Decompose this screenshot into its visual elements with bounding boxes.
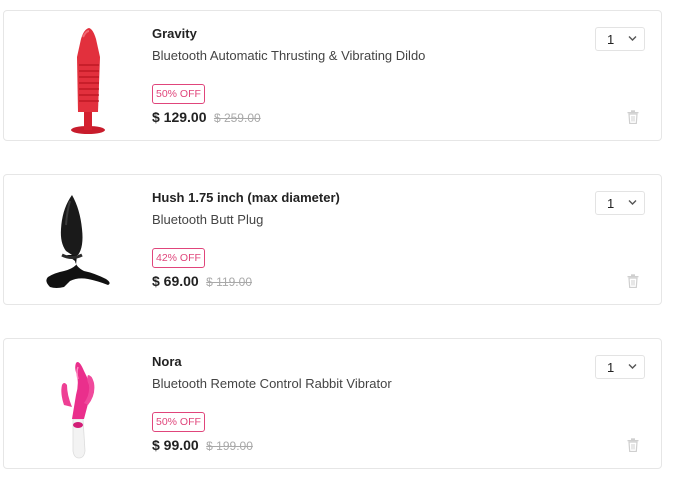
product-image-nora[interactable] <box>34 345 144 463</box>
cart-item-list: Gravity Bluetooth Automatic Thrusting & … <box>0 0 680 493</box>
cart-item: Nora Bluetooth Remote Control Rabbit Vib… <box>3 338 662 469</box>
product-description: Bluetooth Remote Control Rabbit Vibrator <box>152 376 392 391</box>
product-description: Bluetooth Butt Plug <box>152 212 264 227</box>
sale-price: $ 129.00 <box>152 109 207 125</box>
cart-item: Gravity Bluetooth Automatic Thrusting & … <box>3 10 662 141</box>
sale-price: $ 99.00 <box>152 437 199 453</box>
discount-badge: 50% OFF <box>152 84 205 104</box>
product-image-gravity[interactable] <box>34 17 144 135</box>
price-row: $ 129.00 $ 259.00 <box>152 109 261 127</box>
chevron-down-icon <box>628 363 637 370</box>
quantity-value: 1 <box>607 196 615 211</box>
price-row: $ 69.00 $ 119.00 <box>152 273 252 291</box>
trash-icon[interactable] <box>627 110 639 124</box>
original-price: $ 199.00 <box>206 439 253 453</box>
product-name[interactable]: Nora <box>152 354 182 369</box>
product-image-hush[interactable] <box>34 181 144 299</box>
cart-item: Hush 1.75 inch (max diameter) Bluetooth … <box>3 174 662 305</box>
chevron-down-icon <box>628 35 637 42</box>
trash-icon[interactable] <box>627 438 639 452</box>
sale-price: $ 69.00 <box>152 273 199 289</box>
original-price: $ 119.00 <box>206 275 252 289</box>
discount-badge: 50% OFF <box>152 412 205 432</box>
quantity-select[interactable]: 1 <box>595 355 645 379</box>
product-name[interactable]: Hush 1.75 inch (max diameter) <box>152 190 340 205</box>
trash-icon[interactable] <box>627 274 639 288</box>
quantity-value: 1 <box>607 32 615 47</box>
quantity-select[interactable]: 1 <box>595 191 645 215</box>
discount-badge: 42% OFF <box>152 248 205 268</box>
quantity-value: 1 <box>607 360 615 375</box>
price-row: $ 99.00 $ 199.00 <box>152 437 253 455</box>
product-name[interactable]: Gravity <box>152 26 197 41</box>
product-description: Bluetooth Automatic Thrusting & Vibratin… <box>152 48 426 63</box>
chevron-down-icon <box>628 199 637 206</box>
quantity-select[interactable]: 1 <box>595 27 645 51</box>
original-price: $ 259.00 <box>213 111 261 125</box>
